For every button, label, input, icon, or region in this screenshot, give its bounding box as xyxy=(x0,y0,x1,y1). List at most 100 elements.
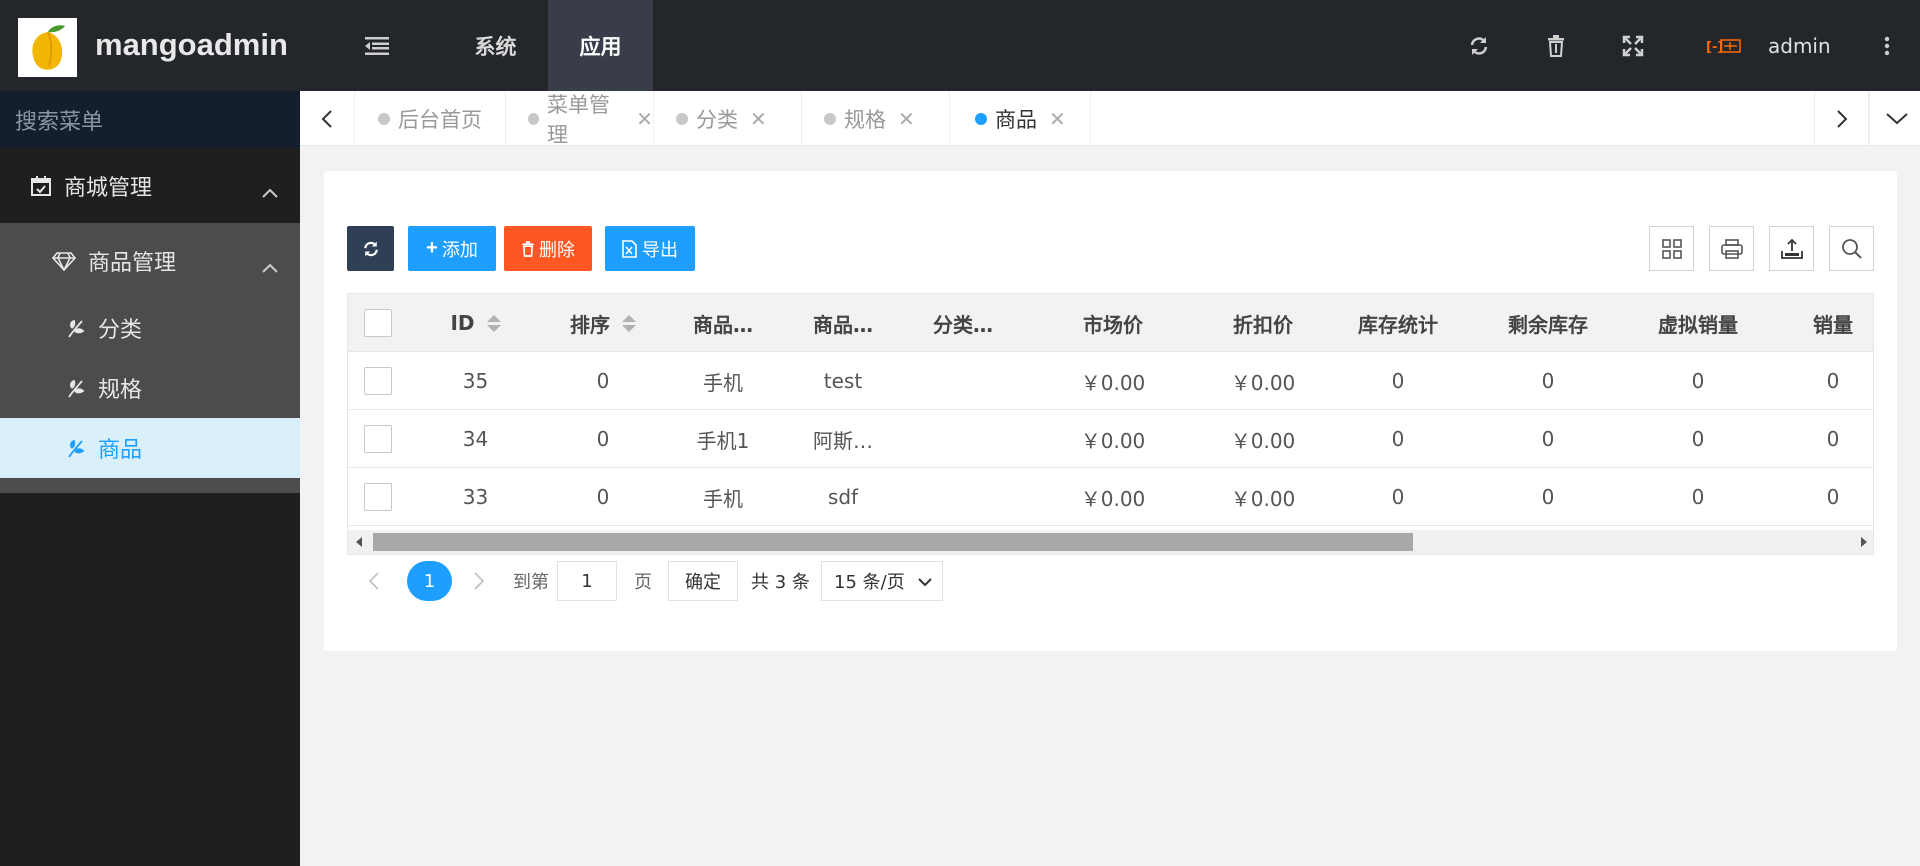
brand-name: mangoadmin xyxy=(95,27,288,62)
more-vertical-icon[interactable] xyxy=(1857,0,1917,91)
cell: 手机 xyxy=(703,486,743,511)
table-row[interactable]: 34 0 手机1 阿斯… ￥0.00 ￥0.00 0 0 0 0 xyxy=(348,410,1873,468)
tab-home[interactable]: 后台首页 xyxy=(356,91,506,146)
col-sort-header[interactable]: 排序 xyxy=(543,294,663,352)
cell: 0 xyxy=(1691,485,1705,509)
fullscreen-icon[interactable] xyxy=(1603,0,1663,91)
goto-page-input[interactable]: 1 xyxy=(557,561,617,601)
tab-dot xyxy=(378,112,390,125)
sidebar: 搜索菜单 商城管理 商品管理 分类 规格 商品 xyxy=(0,91,300,866)
refresh-button[interactable] xyxy=(347,226,394,271)
scroll-right-arrow-icon[interactable] xyxy=(1861,537,1867,547)
total-count: 共 3 条 xyxy=(751,572,810,593)
cell: 0 xyxy=(1691,369,1705,393)
cell: ￥0.00 xyxy=(1230,486,1296,511)
tab-menu-chevron-down-icon[interactable] xyxy=(1869,91,1920,146)
print-button[interactable] xyxy=(1709,226,1754,271)
col-header: 商品… xyxy=(693,312,753,337)
tab-dot xyxy=(528,112,540,125)
menu-toggle-icon[interactable] xyxy=(347,0,407,91)
tab-label: 分类 xyxy=(696,107,738,132)
delete-button[interactable]: 删除 xyxy=(504,226,592,271)
col-header: 商品… xyxy=(813,312,873,337)
cell: 0 xyxy=(1826,485,1840,509)
columns-filter-button[interactable] xyxy=(1649,226,1694,271)
cell: 0 xyxy=(1391,485,1405,509)
next-page-icon[interactable] xyxy=(474,561,494,601)
scrollbar-thumb[interactable] xyxy=(373,533,1413,551)
plus-icon: + xyxy=(426,237,438,259)
calendar-check-icon xyxy=(30,175,52,197)
col-header: 剩余库存 xyxy=(1508,312,1588,337)
table-row[interactable]: 35 0 手机 test ￥0.00 ￥0.00 0 0 0 0 xyxy=(348,352,1873,410)
delete-label: 删除 xyxy=(539,239,575,260)
nav-apps[interactable]: 应用 xyxy=(548,0,653,91)
page-size-select[interactable]: 15 条/页 xyxy=(821,561,943,601)
tab-menu-manage[interactable]: 菜单管理 ✕ xyxy=(506,91,654,147)
tab-dot xyxy=(676,112,688,125)
sort-icon[interactable] xyxy=(622,314,636,332)
content-card: + 添加 删除 导出 ID 排序 商品… 商品… 分类… 市场价 折扣价 库存统… xyxy=(324,171,1897,651)
sidebar-item-label: 规格 xyxy=(98,378,143,403)
tab-spec[interactable]: 规格 ✕ xyxy=(802,91,950,146)
sidebar-submenu: 商品管理 分类 规格 商品 xyxy=(0,223,300,493)
add-button[interactable]: + 添加 xyxy=(408,226,496,271)
row-checkbox[interactable] xyxy=(348,352,408,410)
tab-category[interactable]: 分类 ✕ xyxy=(654,91,802,146)
tab-scroll-left-icon[interactable] xyxy=(300,91,355,146)
tab-label: 菜单管理 xyxy=(547,92,611,147)
sidebar-item-category[interactable]: 分类 xyxy=(0,298,300,358)
tab-close-icon[interactable]: ✕ xyxy=(898,107,915,131)
cell: 0 xyxy=(1541,485,1555,509)
tab-close-icon[interactable]: ✕ xyxy=(1049,107,1066,131)
tab-scroll-right-icon[interactable] xyxy=(1814,91,1869,146)
prev-page-icon[interactable] xyxy=(369,561,389,601)
col-header: 库存统计 xyxy=(1358,312,1438,337)
tab-label: 后台首页 xyxy=(398,107,482,132)
row-checkbox[interactable] xyxy=(348,468,408,526)
col-id-header[interactable]: ID xyxy=(408,294,543,352)
scroll-left-arrow-icon[interactable] xyxy=(356,537,362,547)
sidebar-item-label: 分类 xyxy=(98,318,143,343)
add-label: 添加 xyxy=(441,239,478,260)
export-tray-icon xyxy=(1780,238,1803,259)
cell: 0 xyxy=(1541,427,1555,451)
tab-close-icon[interactable]: ✕ xyxy=(750,107,767,131)
table-header-row: ID 排序 商品… 商品… 分类… 市场价 折扣价 库存统计 剩余库存 虚拟销量… xyxy=(348,294,1873,352)
confirm-button[interactable]: 确定 xyxy=(668,561,738,601)
sidebar-sub-goods[interactable]: 商品管理 xyxy=(0,223,300,298)
horizontal-scrollbar[interactable] xyxy=(348,530,1873,554)
cell: 手机1 xyxy=(696,428,750,453)
search-button[interactable] xyxy=(1829,226,1874,271)
notification-logo-icon[interactable]: [-] xyxy=(1694,0,1754,91)
sort-icon[interactable] xyxy=(486,314,501,332)
chevron-up-icon xyxy=(262,254,278,279)
sidebar-search-input[interactable]: 搜索菜单 xyxy=(0,91,300,148)
cell: sdf xyxy=(827,485,859,509)
trash-icon[interactable] xyxy=(1526,0,1586,91)
cell: 0 xyxy=(1541,369,1555,393)
tab-close-icon[interactable]: ✕ xyxy=(636,107,653,131)
sidebar-item-product[interactable]: 商品 xyxy=(0,418,300,478)
sidebar-item-spec[interactable]: 规格 xyxy=(0,358,300,418)
row-checkbox[interactable] xyxy=(348,410,408,468)
current-page-button[interactable]: 1 xyxy=(407,561,452,601)
tab-bar: 后台首页 菜单管理 ✕ 分类 ✕ 规格 ✕ 商品 ✕ xyxy=(300,91,1920,147)
col-header: 虚拟销量 xyxy=(1658,312,1738,337)
table-row[interactable]: 33 0 手机 sdf ￥0.00 ￥0.00 0 0 0 0 xyxy=(348,468,1873,526)
sidebar-group-label: 商城管理 xyxy=(64,175,153,201)
nav-system[interactable]: 系统 xyxy=(443,0,548,91)
refresh-icon xyxy=(363,241,378,256)
select-all-checkbox[interactable] xyxy=(348,294,408,352)
cell: ￥0.00 xyxy=(1080,370,1146,395)
col-label: ID xyxy=(450,311,475,335)
sidebar-group-shop[interactable]: 商城管理 xyxy=(0,148,300,223)
refresh-icon[interactable] xyxy=(1449,0,1509,91)
cell: ￥0.00 xyxy=(1080,486,1146,511)
cell: ￥0.00 xyxy=(1080,428,1146,453)
user-name[interactable]: admin xyxy=(1768,0,1831,91)
cell: 34 xyxy=(462,427,489,451)
import-export-button[interactable] xyxy=(1769,226,1814,271)
export-button[interactable]: 导出 xyxy=(605,226,695,271)
tab-product[interactable]: 商品 ✕ xyxy=(950,91,1091,146)
